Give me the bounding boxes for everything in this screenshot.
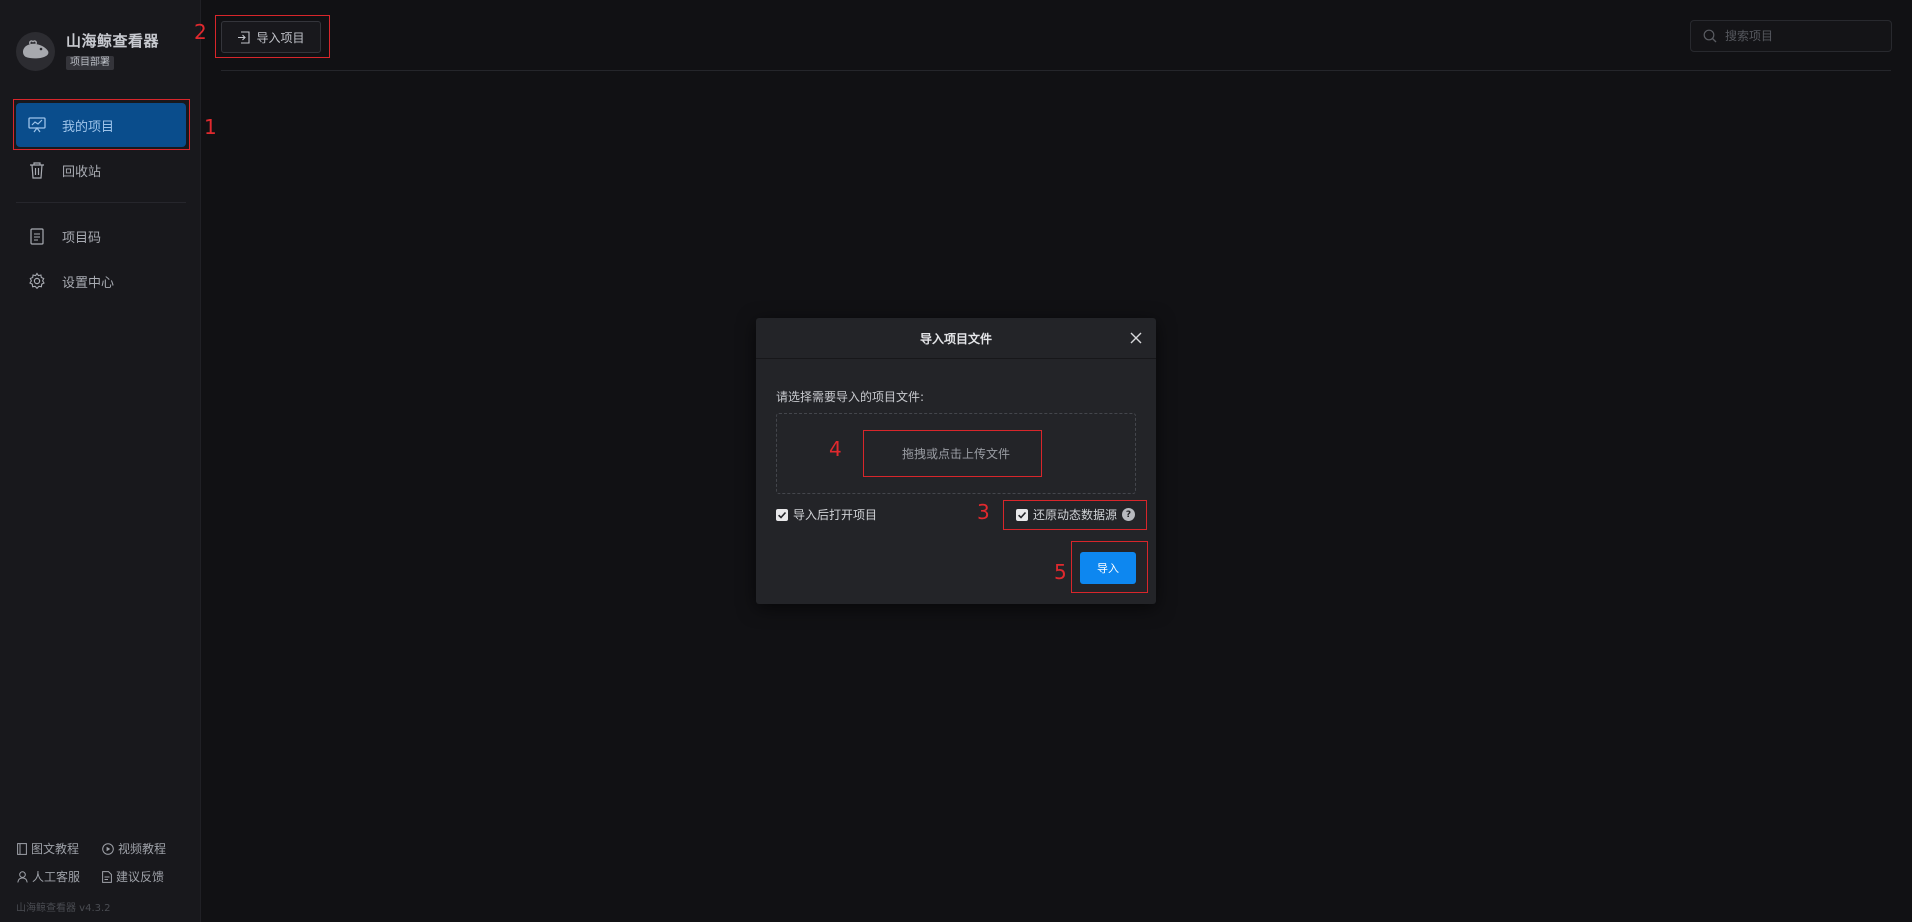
footer-link-tutorial[interactable]: 图文教程 <box>17 840 79 857</box>
annotation-number-5: 5 <box>1054 560 1067 584</box>
gear-icon <box>28 272 46 290</box>
play-circle-icon <box>102 842 114 855</box>
annotation-box-5 <box>1071 541 1148 593</box>
import-project-label: 导入项目 <box>256 30 305 45</box>
dialog-header: 导入项目文件 <box>756 318 1156 359</box>
search-box[interactable] <box>1690 20 1892 52</box>
book-icon <box>17 842 27 855</box>
footer-link-label: 人工客服 <box>32 870 81 884</box>
feedback-doc-icon <box>102 870 112 883</box>
sidebar-item-label: 回收站 <box>62 164 102 180</box>
document-code-icon <box>28 227 46 245</box>
search-input[interactable] <box>1725 29 1875 43</box>
footer-link-label: 图文教程 <box>31 842 80 856</box>
footer-link-label: 视频教程 <box>118 842 167 856</box>
sidebar-item-recycle-bin[interactable]: 回收站 <box>16 148 186 192</box>
import-icon <box>238 30 251 44</box>
app-version: 山海鲸查看器 v4.3.2 <box>16 903 111 914</box>
sidebar-divider <box>16 202 186 203</box>
app-title: 山海鲸查看器 <box>66 32 160 50</box>
footer-link-label: 建议反馈 <box>116 870 165 884</box>
sidebar-item-settings[interactable]: 设置中心 <box>16 259 186 303</box>
import-project-button[interactable]: 导入项目 <box>221 21 321 53</box>
footer-link-feedback[interactable]: 建议反馈 <box>102 868 164 885</box>
file-select-prompt: 请选择需要导入的项目文件: <box>776 390 925 404</box>
checkbox-checked-icon <box>776 508 788 521</box>
sidebar-item-label: 项目码 <box>62 230 102 246</box>
dialog-title: 导入项目文件 <box>919 331 992 346</box>
annotation-number-2: 2 <box>194 20 207 44</box>
footer-link-support[interactable]: 人工客服 <box>17 868 80 885</box>
annotation-box-4 <box>863 430 1042 477</box>
app-window: 山海鲸查看器 项目部署 我的项目 回收站 项目码 设置中心 图文教程 视频教程 … <box>0 0 1912 922</box>
search-icon <box>1703 29 1717 43</box>
annotation-number-3: 3 <box>977 500 990 524</box>
brand: 山海鲸查看器 项目部署 <box>16 30 159 72</box>
app-badge: 项目部署 <box>66 56 114 70</box>
user-icon <box>17 870 28 882</box>
annotation-box-1 <box>13 99 190 150</box>
checkbox-label: 导入后打开项目 <box>793 508 878 522</box>
trash-icon <box>28 161 46 179</box>
annotation-number-1: 1 <box>204 115 217 139</box>
whale-logo-icon <box>16 31 55 71</box>
sidebar-item-project-code[interactable]: 项目码 <box>16 214 186 258</box>
annotation-number-4: 4 <box>829 437 842 461</box>
open-after-import-checkbox[interactable]: 导入后打开项目 <box>776 506 877 523</box>
annotation-box-3 <box>1003 500 1147 530</box>
footer-link-video[interactable]: 视频教程 <box>102 840 166 857</box>
close-icon[interactable] <box>1128 330 1144 346</box>
sidebar-item-label: 设置中心 <box>62 275 115 291</box>
header-divider <box>221 70 1891 71</box>
